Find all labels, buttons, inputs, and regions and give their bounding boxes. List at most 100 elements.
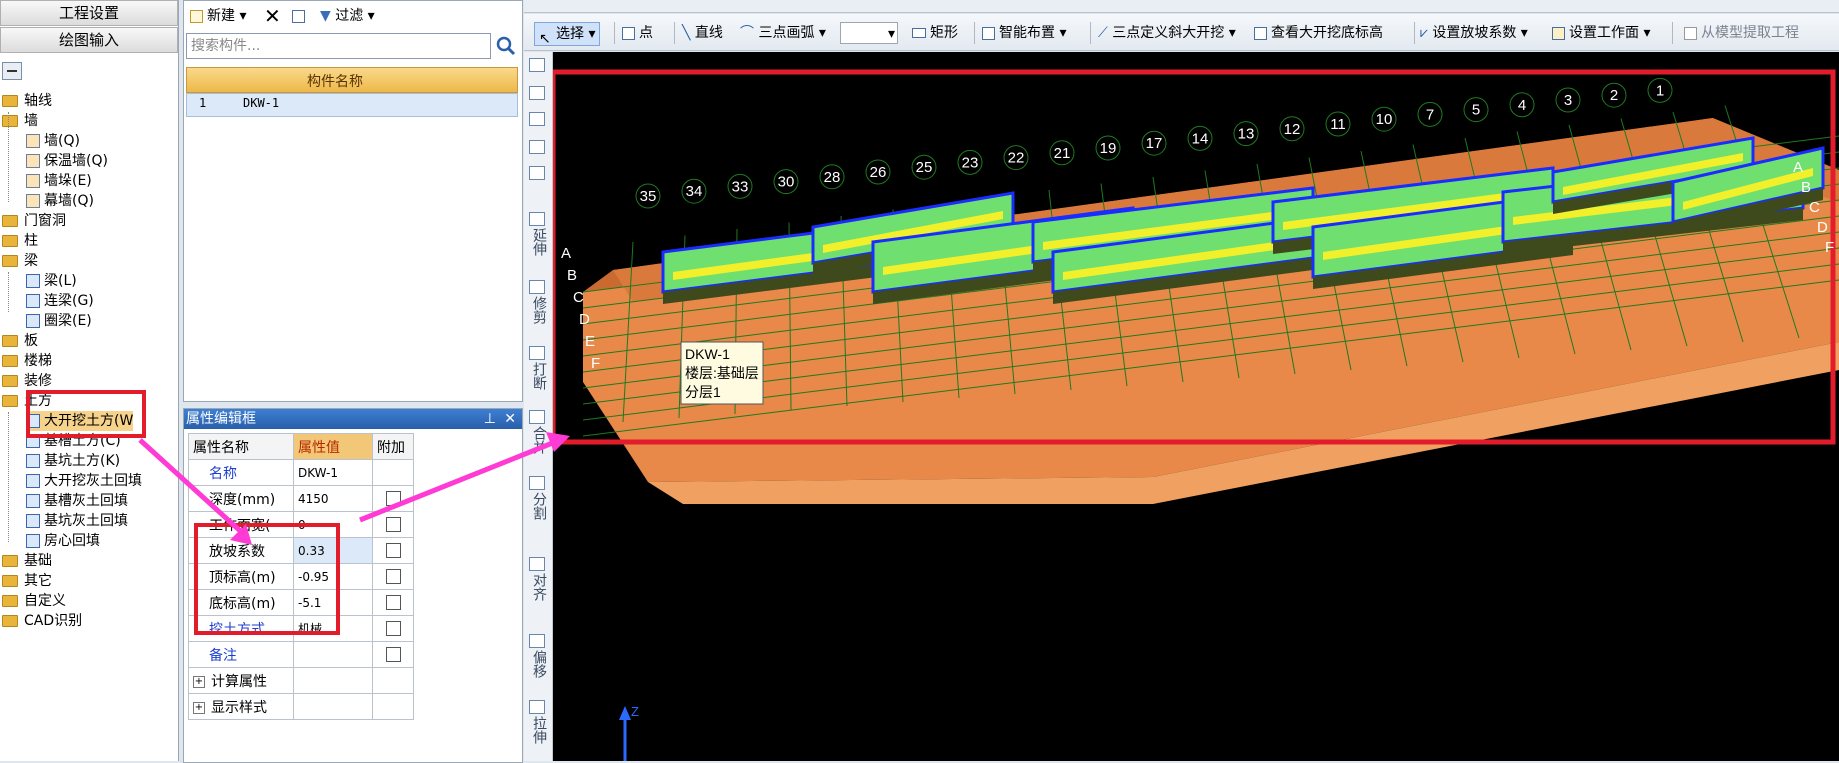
extract-from-model-button[interactable]: 从模型提取工程 bbox=[1684, 22, 1799, 44]
copy-icon[interactable] bbox=[292, 3, 309, 29]
pin-icon[interactable]: ⊥ bbox=[484, 409, 496, 429]
property-row[interactable]: 深度(mm) 4150 bbox=[188, 485, 414, 512]
folder-icon bbox=[2, 335, 18, 347]
tree-folder[interactable]: 轴线 bbox=[2, 91, 52, 111]
property-value[interactable]: DKW-1 bbox=[293, 459, 373, 486]
property-extra bbox=[372, 537, 414, 564]
tree-folder[interactable]: CAD识别 bbox=[2, 611, 82, 631]
property-group-cell: + 计算属性 bbox=[188, 667, 294, 694]
tree-item[interactable]: 墙(Q) bbox=[26, 131, 80, 151]
tool-3[interactable]: 合并 bbox=[528, 410, 548, 454]
tree-folder[interactable]: 基础 bbox=[2, 551, 52, 571]
tool-icon[interactable] bbox=[529, 112, 545, 126]
expand-icon[interactable]: + bbox=[193, 675, 205, 688]
tool-6[interactable]: 偏移 bbox=[528, 634, 548, 678]
extra-checkbox[interactable] bbox=[385, 621, 401, 636]
tool-7[interactable]: 拉伸 bbox=[528, 700, 548, 744]
extra-checkbox[interactable] bbox=[385, 543, 401, 558]
tree-item[interactable]: 保温墙(Q) bbox=[26, 151, 108, 171]
tree-folder[interactable]: 其它 bbox=[2, 571, 52, 591]
extra-checkbox[interactable] bbox=[385, 647, 401, 662]
arc-button[interactable]: ⌒ 三点画弧 ▾ bbox=[740, 22, 826, 44]
property-row[interactable]: 备注 bbox=[188, 641, 414, 668]
property-value[interactable] bbox=[293, 641, 373, 668]
project-settings-button[interactable]: 工程设置 bbox=[0, 0, 178, 26]
toolbar-separator bbox=[1672, 22, 1673, 44]
axis-letter-label: B bbox=[1801, 179, 1811, 196]
tree-label: 基坑灰土回填 bbox=[44, 513, 128, 529]
axis-number-label: 12 bbox=[1284, 121, 1301, 138]
point-button[interactable]: 点 bbox=[622, 22, 653, 44]
extra-checkbox[interactable] bbox=[385, 517, 401, 532]
arc-dropdown[interactable]: ▾ bbox=[840, 22, 898, 44]
drawing-input-button[interactable]: 绘图输入 bbox=[0, 27, 178, 53]
tree-item[interactable]: 大开挖灰土回填 bbox=[26, 471, 142, 491]
tree-label: 房心回填 bbox=[44, 533, 100, 549]
search-input[interactable]: 搜索构件... bbox=[186, 33, 491, 59]
property-group[interactable]: + 显示样式 bbox=[188, 693, 414, 720]
delete-icon[interactable]: ✕ bbox=[264, 3, 281, 29]
tree-item[interactable]: 圈梁(E) bbox=[26, 311, 92, 331]
table-row[interactable]: 1 DKW-1 bbox=[186, 93, 518, 117]
extra-checkbox[interactable] bbox=[385, 491, 401, 506]
extra-checkbox[interactable] bbox=[385, 569, 401, 584]
tree-item[interactable]: 房心回填 bbox=[26, 531, 100, 551]
property-value[interactable]: 4150 bbox=[293, 485, 373, 512]
tree-folder[interactable]: 自定义 bbox=[2, 591, 66, 611]
smart-layout-button[interactable]: 智能布置 ▾ bbox=[982, 22, 1066, 44]
property-panel: 属性编辑框 ⊥ ✕ 属性名称 属性值 附加 名称 DKW-1 深度(mm) 4150 工… bbox=[183, 408, 523, 763]
point-icon bbox=[622, 26, 635, 40]
line-button[interactable]: ╲ 直线 bbox=[682, 22, 723, 44]
expand-icon[interactable]: + bbox=[193, 701, 205, 714]
rect-button[interactable]: 矩形 bbox=[912, 22, 958, 44]
extra-checkbox[interactable] bbox=[385, 595, 401, 610]
property-group[interactable]: + 计算属性 bbox=[188, 667, 414, 694]
folder-icon bbox=[2, 95, 18, 107]
new-button[interactable]: 新建 ▾ bbox=[190, 3, 246, 29]
column-header-extra: 附加 bbox=[372, 433, 414, 460]
select-button[interactable]: ↖ 选择 ▾ bbox=[534, 22, 601, 47]
set-workface-button[interactable]: 设置工作面 ▾ bbox=[1552, 22, 1650, 44]
collapse-tree-icon[interactable] bbox=[2, 62, 22, 80]
property-panel-title-text: 属性编辑框 bbox=[186, 411, 256, 427]
extract-icon bbox=[1684, 26, 1697, 40]
tree-item[interactable]: 基槽灰土回填 bbox=[26, 491, 128, 511]
axis-number-label: 7 bbox=[1426, 106, 1434, 123]
close-icon[interactable]: ✕ bbox=[504, 409, 516, 429]
tool-2[interactable]: 打断 bbox=[528, 346, 548, 390]
tree-item[interactable]: 连梁(G) bbox=[26, 291, 94, 311]
tree-connector bbox=[8, 112, 9, 202]
filter-button[interactable]: ▼ 过滤 ▾ bbox=[320, 3, 375, 29]
tree-folder[interactable]: 门窗洞 bbox=[2, 211, 66, 231]
tool-icon[interactable] bbox=[529, 58, 545, 72]
toolbar-separator bbox=[974, 22, 975, 44]
tool-icon[interactable] bbox=[529, 86, 545, 100]
three-point-slope-button[interactable]: ⟋ 三点定义斜大开挖 ▾ bbox=[1098, 22, 1236, 44]
tree-connector bbox=[8, 412, 9, 542]
tool-4[interactable]: 分割 bbox=[528, 476, 548, 520]
tool-1[interactable]: 修剪 bbox=[528, 280, 548, 324]
set-slope-button[interactable]: ⩗ 设置放坡系数 ▾ bbox=[1420, 22, 1528, 44]
tree-item[interactable]: 基坑土方(K) bbox=[26, 451, 120, 471]
tree-item[interactable]: 墙垛(E) bbox=[26, 171, 92, 191]
tree-folder[interactable]: 梁 bbox=[2, 251, 38, 271]
search-icon[interactable] bbox=[494, 33, 518, 59]
edit-tool-strip: 延伸修剪打断合并分割对齐偏移拉伸 bbox=[524, 52, 553, 761]
3d-model-canvas[interactable]: 35 34 33 30 28 26 25 23 22 21 19 17 14 13 12 11 10 7 5 4 3 2 1… bbox=[553, 52, 1839, 761]
tree-folder[interactable]: 楼梯 bbox=[2, 351, 52, 371]
tree-item[interactable]: 幕墙(Q) bbox=[26, 191, 94, 211]
tool-5[interactable]: 对齐 bbox=[528, 557, 548, 601]
tool-icon[interactable] bbox=[529, 166, 545, 180]
view-bottom-elevation-button[interactable]: 查看大开挖底标高 bbox=[1254, 22, 1383, 44]
tool-0[interactable]: 延伸 bbox=[528, 212, 548, 256]
tree-item[interactable]: 梁(L) bbox=[26, 271, 77, 291]
tree-item[interactable]: 基坑灰土回填 bbox=[26, 511, 128, 531]
tree-folder[interactable]: 柱 bbox=[2, 231, 38, 251]
tree-folder[interactable]: 板 bbox=[2, 331, 38, 351]
3d-viewport[interactable]: 35 34 33 30 28 26 25 23 22 21 19 17 14 13 12 11 10 7 5 4 3 2 1… bbox=[553, 52, 1839, 761]
tool-icon[interactable] bbox=[529, 140, 545, 154]
tool-icon bbox=[529, 634, 545, 648]
tree-folder[interactable]: 装修 bbox=[2, 371, 52, 391]
axis-number-label: 25 bbox=[916, 159, 933, 176]
property-row[interactable]: 名称 DKW-1 bbox=[188, 459, 414, 486]
